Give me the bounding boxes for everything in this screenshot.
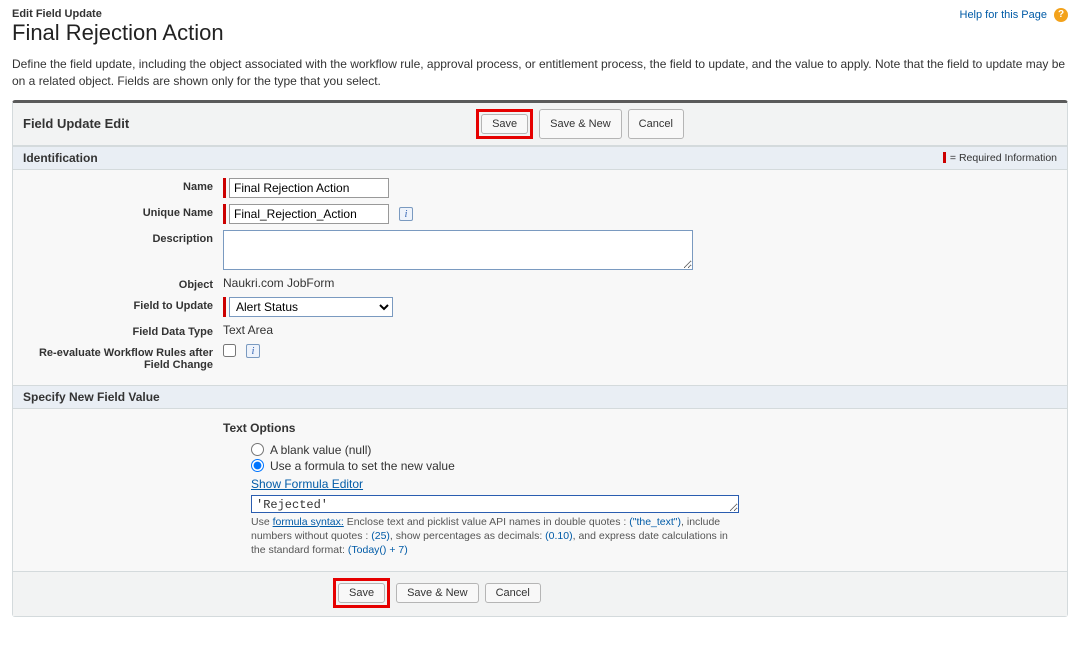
label-field-to-update: Field to Update <box>23 297 223 312</box>
section-identification-label: Identification <box>23 151 98 165</box>
cancel-button[interactable]: Cancel <box>628 109 684 139</box>
save-button-highlight: Save <box>333 578 390 608</box>
info-icon[interactable]: i <box>399 207 413 221</box>
help-link-text[interactable]: Help for this Page <box>960 9 1047 21</box>
radio-use-formula[interactable]: Use a formula to set the new value <box>251 459 1057 473</box>
name-input[interactable] <box>229 178 389 198</box>
formula-syntax-hint: Use formula syntax: Enclose text and pic… <box>251 515 741 558</box>
required-marker-icon <box>223 297 226 317</box>
help-for-page[interactable]: Help for this Page ? <box>960 8 1069 22</box>
page-description: Define the field update, including the o… <box>12 56 1068 90</box>
save-button[interactable]: Save <box>338 583 385 603</box>
radio-blank-value[interactable]: A blank value (null) <box>251 443 1057 457</box>
required-marker-icon <box>223 178 226 198</box>
formula-textarea[interactable]: 'Rejected' <box>251 495 739 513</box>
label-field-data-type: Field Data Type <box>23 323 223 338</box>
reevaluate-checkbox[interactable] <box>223 344 236 357</box>
section-identification: Identification = Required Information <box>13 146 1067 170</box>
radio-formula-label: Use a formula to set the new value <box>270 459 455 473</box>
page-title: Final Rejection Action <box>12 20 1068 46</box>
unique-name-input[interactable] <box>229 204 389 224</box>
label-unique-name: Unique Name <box>23 204 223 219</box>
show-formula-editor-link[interactable]: Show Formula Editor <box>251 477 363 491</box>
object-value: Naukri.com JobForm <box>223 276 334 290</box>
required-marker-icon <box>223 204 226 224</box>
radio-blank-label: A blank value (null) <box>270 443 371 457</box>
section-specify-new-value: Specify New Field Value <box>13 385 1067 409</box>
field-to-update-select[interactable]: Alert Status <box>229 297 393 317</box>
save-button-highlight: Save <box>476 109 533 139</box>
required-info-legend: = Required Information <box>943 152 1057 164</box>
description-textarea[interactable] <box>223 230 693 270</box>
label-reevaluate: Re-evaluate Workflow Rules after Field C… <box>23 344 223 371</box>
page-eyebrow: Edit Field Update <box>12 8 1068 20</box>
save-button[interactable]: Save <box>481 114 528 134</box>
formula-syntax-link[interactable]: formula syntax: <box>273 516 344 528</box>
cancel-button[interactable]: Cancel <box>485 583 541 603</box>
radio-formula-input[interactable] <box>251 459 264 472</box>
label-object: Object <box>23 276 223 291</box>
radio-blank-input[interactable] <box>251 443 264 456</box>
save-and-new-button[interactable]: Save & New <box>539 109 622 139</box>
label-name: Name <box>23 178 223 193</box>
label-description: Description <box>23 230 223 245</box>
field-update-edit-panel: Field Update Edit Save Save & New Cancel… <box>12 100 1068 618</box>
section-specify-label: Specify New Field Value <box>23 390 160 404</box>
field-data-type-value: Text Area <box>223 323 273 337</box>
info-icon[interactable]: i <box>246 344 260 358</box>
save-and-new-button[interactable]: Save & New <box>396 583 479 603</box>
help-icon: ? <box>1054 8 1068 22</box>
text-options-heading: Text Options <box>223 421 1057 435</box>
panel-title: Field Update Edit <box>23 116 323 131</box>
